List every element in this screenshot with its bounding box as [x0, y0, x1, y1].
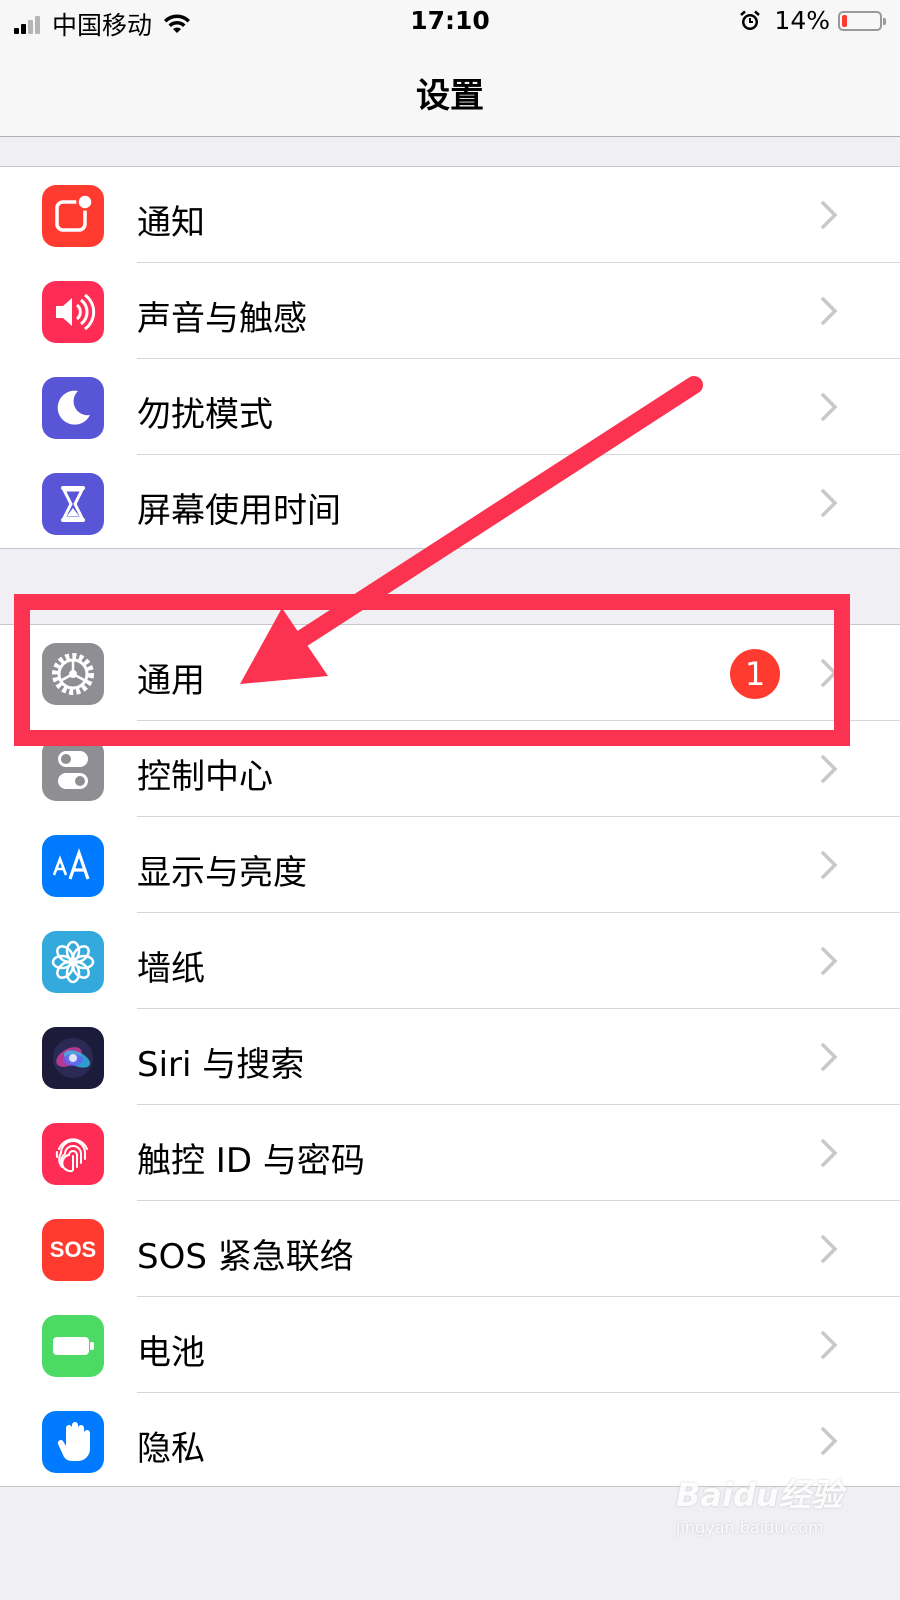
- chevron-right-icon: [821, 393, 838, 421]
- settings-item-label: 触控 ID 与密码: [137, 1141, 365, 1181]
- watermark-url: jingyan.baidu.com: [676, 1518, 824, 1537]
- settings-item-label: 屏幕使用时间: [137, 491, 341, 531]
- chevron-right-icon: [821, 755, 838, 783]
- siri-icon: [42, 1027, 104, 1089]
- chevron-right-icon: [821, 297, 838, 325]
- settings-item-label: 通用: [137, 661, 205, 701]
- fingerprint-icon: [42, 1123, 104, 1185]
- settings-item-label: 声音与触感: [137, 299, 307, 339]
- settings-item-siri-search[interactable]: Siri 与搜索: [0, 1009, 900, 1105]
- watermark-logo: Baidu经验: [676, 1476, 843, 1514]
- chevron-right-icon: [821, 1043, 838, 1071]
- chevron-right-icon: [821, 947, 838, 975]
- notifications-icon: [42, 185, 104, 247]
- settings-item-label: SOS 紧急联络: [137, 1237, 354, 1277]
- settings-item-wallpaper[interactable]: 墙纸: [0, 913, 900, 1009]
- battery-percentage: 14%: [774, 6, 830, 35]
- chevron-right-icon: [821, 1235, 838, 1263]
- chevron-right-icon: [821, 489, 838, 517]
- alarm-icon: [740, 10, 761, 30]
- settings-item-do-not-disturb[interactable]: 勿扰模式: [0, 359, 900, 455]
- text-size-icon: [42, 835, 104, 897]
- battery-status-icon: [838, 10, 886, 31]
- hand-icon: [42, 1411, 104, 1473]
- chevron-right-icon: [821, 1139, 838, 1167]
- settings-item-screen-time[interactable]: 屏幕使用时间: [0, 455, 900, 551]
- settings-item-control-center[interactable]: 控制中心: [0, 721, 900, 817]
- watermark: Baidu经验 jingyan.baidu.com: [676, 1470, 843, 1537]
- toggle-icon: [42, 739, 104, 801]
- settings-group-1: 通知 声音与触感 勿扰模式 屏幕使用时间: [0, 166, 900, 549]
- status-bar: 中国移动 17:10 14%: [0, 0, 900, 44]
- chevron-right-icon: [821, 1427, 838, 1455]
- settings-item-sounds-haptics[interactable]: 声音与触感: [0, 263, 900, 359]
- settings-item-touch-id-passcode[interactable]: 触控 ID 与密码: [0, 1105, 900, 1201]
- settings-item-label: 勿扰模式: [137, 395, 273, 435]
- navigation-bar: 设置: [0, 44, 900, 137]
- battery-icon: [42, 1315, 104, 1377]
- settings-item-label: 通知: [137, 203, 205, 243]
- settings-item-label: 显示与亮度: [137, 853, 307, 893]
- chevron-right-icon: [821, 851, 838, 879]
- hourglass-icon: [42, 473, 104, 535]
- settings-item-label: 控制中心: [137, 757, 273, 797]
- settings-item-emergency-sos[interactable]: SOS SOS 紧急联络: [0, 1201, 900, 1297]
- settings-group-2: 通用 1 控制中心 显示与亮度 墙纸 Siri 与搜索 触控 ID 与密码 SO…: [0, 624, 900, 1487]
- gear-icon: [42, 643, 104, 705]
- speaker-icon: [42, 281, 104, 343]
- settings-item-display-brightness[interactable]: 显示与亮度: [0, 817, 900, 913]
- settings-item-general[interactable]: 通用 1: [0, 625, 900, 721]
- settings-item-notifications[interactable]: 通知: [0, 167, 900, 263]
- page-title: 设置: [416, 76, 484, 116]
- flower-icon: [42, 931, 104, 993]
- chevron-right-icon: [821, 659, 838, 687]
- chevron-right-icon: [821, 1331, 838, 1359]
- moon-icon: [42, 377, 104, 439]
- sos-icon-text: SOS: [49, 1237, 97, 1262]
- settings-item-label: 隐私: [137, 1429, 205, 1469]
- settings-item-label: 墙纸: [137, 949, 205, 989]
- settings-item-label: Siri 与搜索: [137, 1045, 305, 1085]
- notification-badge: 1: [730, 649, 780, 699]
- chevron-right-icon: [821, 201, 838, 229]
- sos-icon: SOS: [42, 1219, 104, 1281]
- settings-item-label: 电池: [137, 1333, 205, 1373]
- settings-item-battery[interactable]: 电池: [0, 1297, 900, 1393]
